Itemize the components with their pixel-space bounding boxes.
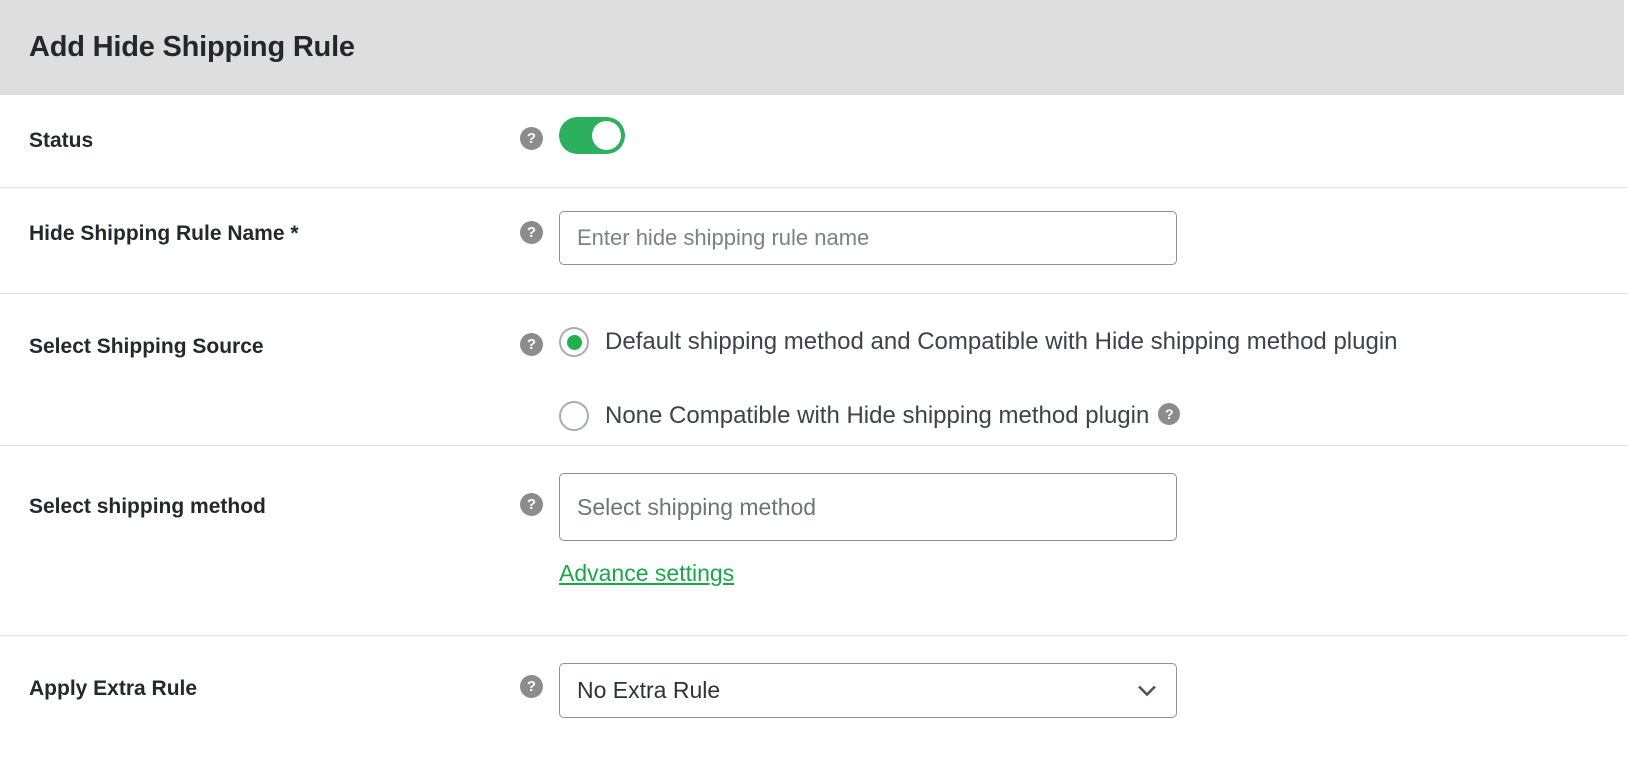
label-extra-rule: Apply Extra Rule [29, 677, 198, 700]
field-shipping-source: Default shipping method and Compatible w… [559, 294, 1628, 439]
help-cell-extra-rule: ? [520, 636, 559, 698]
radio-option-default[interactable]: Default shipping method and Compatible w… [559, 319, 1628, 365]
help-icon-shipping-source[interactable]: ? [520, 333, 543, 356]
help-icon-rule-name[interactable]: ? [520, 221, 543, 244]
help-icon-status[interactable]: ? [520, 127, 543, 150]
shipping-method-select[interactable]: Select shipping method [559, 473, 1177, 541]
form-rows: Status ? Hide Shipping Rule Name * ? Sel… [0, 95, 1628, 762]
row-shipping-method: Select shipping method ? Select shipping… [0, 446, 1628, 636]
shipping-method-placeholder: Select shipping method [577, 493, 817, 520]
radio-none-compatible[interactable] [559, 401, 589, 431]
label-shipping-method: Select shipping method [29, 495, 266, 518]
radio-option-none[interactable]: None Compatible with Hide shipping metho… [559, 393, 1628, 439]
rule-name-input[interactable] [559, 211, 1177, 265]
help-cell-shipping-source: ? [520, 294, 559, 356]
page-title: Add Hide Shipping Rule [29, 31, 355, 63]
advance-settings-link[interactable]: Advance settings [559, 560, 734, 587]
help-icon-extra-rule[interactable]: ? [520, 675, 543, 698]
row-extra-rule: Apply Extra Rule ? No Extra Rule [0, 636, 1628, 762]
field-rule-name [559, 188, 1628, 265]
label-rule-name: Hide Shipping Rule Name * [29, 222, 299, 245]
radio-dot [566, 334, 582, 350]
row-rule-name: Hide Shipping Rule Name * ? [0, 188, 1628, 294]
field-extra-rule: No Extra Rule [559, 636, 1628, 718]
help-cell-status: ? [520, 95, 559, 150]
field-shipping-method: Select shipping method Advance settings [559, 446, 1628, 587]
label-status: Status [29, 129, 94, 152]
status-toggle-knob [592, 121, 621, 150]
radio-dot [567, 409, 582, 424]
help-icon-none-compatible[interactable]: ? [1158, 403, 1181, 425]
chevron-down-icon [1138, 685, 1156, 696]
extra-rule-selected-value: No Extra Rule [577, 677, 721, 703]
radio-label-default-shipping[interactable]: Default shipping method and Compatible w… [605, 328, 1398, 355]
field-status [559, 95, 1628, 154]
extra-rule-select[interactable]: No Extra Rule [559, 663, 1177, 718]
help-cell-rule-name: ? [520, 188, 559, 244]
radio-label-none-compatible[interactable]: None Compatible with Hide shipping metho… [605, 402, 1149, 429]
status-toggle[interactable] [559, 117, 625, 154]
radio-default-shipping[interactable] [559, 327, 589, 357]
row-status: Status ? [0, 95, 1628, 188]
panel-header: Add Hide Shipping Rule [0, 0, 1624, 95]
help-icon-shipping-method[interactable]: ? [520, 493, 543, 516]
help-cell-shipping-method: ? [520, 446, 559, 516]
label-shipping-source: Select Shipping Source [29, 335, 264, 358]
row-shipping-source: Select Shipping Source ? Default shippin… [0, 294, 1628, 446]
hide-shipping-rule-form: Add Hide Shipping Rule Status ? Hide Shi… [0, 0, 1628, 766]
